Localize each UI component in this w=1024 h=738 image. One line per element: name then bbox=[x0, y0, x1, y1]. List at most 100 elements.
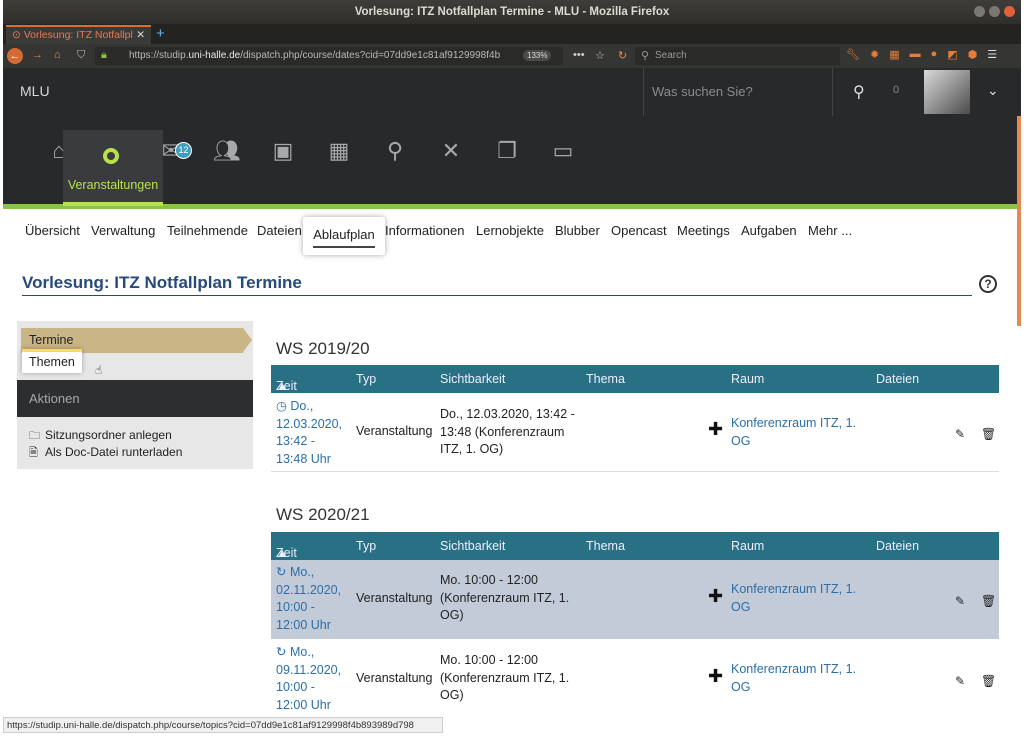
profile-icon[interactable]: ▣ bbox=[263, 138, 303, 164]
site-brand[interactable]: MLU bbox=[20, 83, 50, 99]
sidebar-item-themen[interactable]: Themen bbox=[22, 349, 82, 373]
tools-icon[interactable]: ✕ bbox=[431, 138, 471, 164]
grid-icon[interactable]: ▦ bbox=[889, 48, 899, 61]
table-header: Zeit ▲ Typ Sichtbarkeit Thema Raum Dateie… bbox=[271, 532, 999, 560]
back-button[interactable]: ← bbox=[7, 48, 23, 64]
sidebar-item-termine-label: Termine bbox=[29, 333, 74, 347]
action-doc-download[interactable]: 🗎 Als Doc-Datei runterladen bbox=[29, 444, 182, 463]
tab-lernobjekte[interactable]: Lernobjekte bbox=[476, 223, 544, 238]
browser-search-input[interactable]: Search bbox=[635, 47, 840, 65]
avatar[interactable] bbox=[924, 70, 970, 114]
menu-icon[interactable]: ☰ bbox=[987, 48, 997, 61]
title-divider bbox=[22, 295, 972, 296]
tab-uebersicht[interactable]: Übersicht bbox=[25, 223, 80, 238]
edit-icon[interactable]: ✎ bbox=[955, 674, 965, 688]
close-tab-icon[interactable]: ✕ bbox=[136, 27, 145, 44]
community-icon[interactable]: 👥︎ bbox=[207, 138, 247, 164]
window-titlebar: Vorlesung: ITZ Notfallplan Termine - MLU… bbox=[3, 0, 1021, 24]
col-dateien[interactable]: Dateien bbox=[876, 539, 919, 553]
url-prefix: https://studip. bbox=[129, 50, 189, 61]
sort-asc-icon: ▲ bbox=[276, 546, 289, 560]
site-search-input[interactable]: Was suchen Sie? bbox=[643, 68, 833, 116]
site-search-placeholder: Was suchen Sie? bbox=[652, 84, 753, 99]
chevron-down-icon[interactable]: ⌄ bbox=[987, 82, 999, 99]
window-title: Vorlesung: ITZ Notfallplan Termine - MLU… bbox=[354, 6, 670, 18]
tab-mehr[interactable]: Mehr ... bbox=[808, 223, 852, 238]
table-row: ↻ Mo., 09.11.2020, 10:00 - 12:00 Uhr Ver… bbox=[271, 640, 999, 718]
home-icon[interactable]: ⌂ bbox=[54, 49, 61, 61]
page-actions-icon[interactable]: ••• bbox=[573, 49, 585, 61]
edit-icon[interactable]: ✎ bbox=[955, 594, 965, 608]
zoom-level[interactable]: 133% bbox=[523, 50, 552, 61]
add-topic-icon[interactable]: ✚ bbox=[708, 419, 723, 440]
sichtbarkeit-cell: Do., 12.03.2020, 13:42 - 13:48 (Konferen… bbox=[440, 407, 575, 456]
lock-icon: 🔒︎ bbox=[101, 49, 107, 61]
url-domain: uni-halle.de bbox=[188, 50, 241, 61]
maximize-button[interactable] bbox=[989, 6, 1000, 17]
account-icon[interactable]: ● bbox=[931, 48, 938, 61]
reload-icon[interactable]: ↻ bbox=[618, 49, 627, 62]
page-scrollbar[interactable] bbox=[1017, 116, 1021, 326]
files-icon[interactable]: ❐ bbox=[487, 138, 527, 164]
tab-meetings[interactable]: Meetings bbox=[677, 223, 730, 238]
col-thema[interactable]: Thema bbox=[586, 539, 625, 553]
wrench-icon[interactable]: 🔧︎ bbox=[846, 48, 860, 61]
tab-informationen[interactable]: Informationen bbox=[385, 223, 465, 238]
edit-icon[interactable]: ✎ bbox=[955, 427, 965, 441]
gear-icon[interactable]: ✹ bbox=[870, 48, 879, 61]
browser-tab-active[interactable]: ⊙ Vorlesung: ITZ Notfallpl ✕ bbox=[6, 25, 151, 44]
new-tab-button[interactable]: + bbox=[156, 24, 165, 44]
col-sichtbarkeit[interactable]: Sichtbarkeit bbox=[440, 372, 505, 386]
date-link[interactable]: ↻ Mo., 02.11.2020, 10:00 - 12:00 Uhr bbox=[276, 564, 341, 634]
site-search-icon[interactable]: ⚲ bbox=[853, 82, 865, 102]
room-link[interactable]: Konferenzraum ITZ, 1. OG bbox=[731, 415, 856, 450]
trash-icon[interactable]: 🗑︎ bbox=[981, 594, 996, 608]
adblock-icon[interactable]: ⬢ bbox=[968, 48, 978, 61]
search-nav-icon[interactable]: ⚲ bbox=[375, 138, 415, 164]
close-window-button[interactable] bbox=[1004, 6, 1015, 17]
col-typ[interactable]: Typ bbox=[356, 372, 376, 386]
notification-count[interactable]: 0 bbox=[893, 84, 899, 96]
tab-aufgaben[interactable]: Aufgaben bbox=[741, 223, 797, 238]
tab-ablaufplan[interactable]: Ablaufplan bbox=[303, 217, 385, 255]
screenshot-icon[interactable]: ◩ bbox=[947, 48, 957, 61]
add-topic-icon[interactable]: ✚ bbox=[708, 666, 723, 687]
col-raum[interactable]: Raum bbox=[731, 539, 764, 553]
date-link[interactable]: ◷ Do., 12.03.2020, 13:42 - 13:48 Uhr bbox=[276, 398, 342, 468]
nav-veranstaltungen[interactable]: Veranstaltungen bbox=[63, 130, 163, 206]
typ-cell: Veranstaltung bbox=[356, 591, 433, 605]
tab-verwaltung[interactable]: Verwaltung bbox=[91, 223, 155, 238]
shield-icon[interactable]: ⛉ bbox=[77, 49, 85, 62]
room-link[interactable]: Konferenzraum ITZ, 1. OG bbox=[731, 661, 856, 696]
library-icon[interactable]: ▬ bbox=[910, 48, 921, 61]
nav-veranstaltungen-label: Veranstaltungen bbox=[67, 178, 159, 192]
col-typ[interactable]: Typ bbox=[356, 539, 376, 553]
word-file-icon: 🗎 bbox=[29, 447, 38, 459]
add-topic-icon[interactable]: ✚ bbox=[708, 586, 723, 607]
sidebar-item-themen-label: Themen bbox=[29, 355, 75, 369]
tab-opencast[interactable]: Opencast bbox=[611, 223, 667, 238]
minimize-button[interactable] bbox=[974, 6, 985, 17]
firefox-window: Vorlesung: ITZ Notfallplan Termine - MLU… bbox=[3, 0, 1021, 738]
col-thema[interactable]: Thema bbox=[586, 372, 625, 386]
admin-icon[interactable]: ▭ bbox=[543, 138, 583, 164]
date-link[interactable]: ↻ Mo., 09.11.2020, 10:00 - 12:00 Uhr bbox=[276, 644, 341, 714]
forward-button[interactable]: → bbox=[32, 49, 43, 61]
col-sichtbarkeit[interactable]: Sichtbarkeit bbox=[440, 539, 505, 553]
tab-strip: ⊙ Vorlesung: ITZ Notfallpl ✕ + bbox=[3, 24, 1021, 44]
bookmark-star-icon[interactable]: ☆ bbox=[595, 49, 605, 62]
tab-blubber[interactable]: Blubber bbox=[555, 223, 600, 238]
tab-dateien[interactable]: Dateien bbox=[257, 223, 302, 238]
url-bar[interactable]: https://studip.uni-halle.de/dispatch.php… bbox=[95, 47, 563, 65]
room-link[interactable]: Konferenzraum ITZ, 1. OG bbox=[731, 581, 856, 616]
trash-icon[interactable]: 🗑︎ bbox=[981, 674, 996, 688]
trash-icon[interactable]: 🗑︎ bbox=[981, 427, 996, 441]
col-raum[interactable]: Raum bbox=[731, 372, 764, 386]
help-icon[interactable]: ? bbox=[979, 275, 997, 293]
tab-teilnehmende[interactable]: Teilnehmende bbox=[167, 223, 248, 238]
sidebar: Termine Themen ☝ Aktionen 🗀 Sitzungsordne… bbox=[17, 321, 253, 469]
toolbar-extension-icons: 🔧︎ ✹ ▦ ▬ ● ◩ ⬢ ☰ bbox=[846, 48, 997, 61]
calendar-icon[interactable]: ▦ bbox=[319, 138, 359, 164]
col-dateien[interactable]: Dateien bbox=[876, 372, 919, 386]
semester-heading: WS 2019/20 bbox=[276, 339, 370, 358]
